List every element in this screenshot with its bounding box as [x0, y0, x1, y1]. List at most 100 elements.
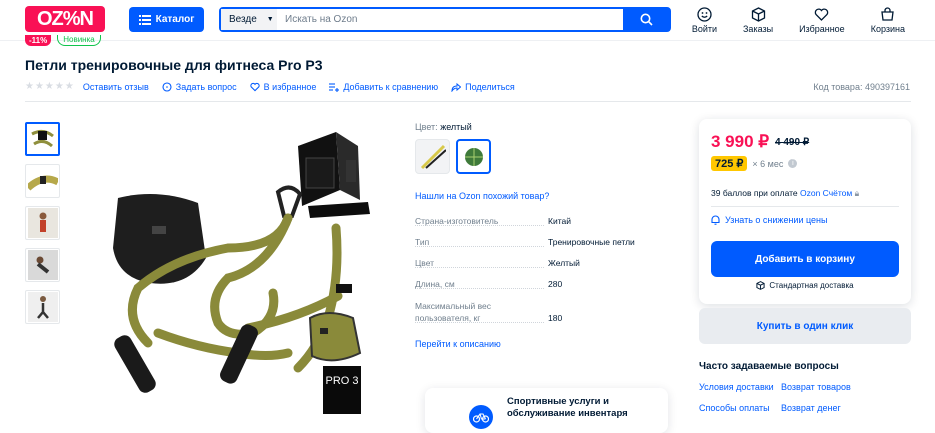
delivery-label: Стандартная доставка: [769, 281, 854, 290]
thumbnail-1[interactable]: [25, 122, 60, 156]
spec-row: Страна-изготовитель Китай: [415, 215, 655, 236]
spec-value: 280: [548, 279, 563, 289]
ask-question-link[interactable]: Задать вопрос: [162, 82, 237, 92]
specs-list: Страна-изготовитель Китай Тип Тренировоч…: [415, 215, 655, 324]
spec-row: Цвет Желтый: [415, 257, 655, 278]
go-to-description-link[interactable]: Перейти к описанию: [415, 339, 501, 349]
product-sku[interactable]: Код товара: 490397161: [813, 82, 910, 92]
list-plus-icon: [329, 82, 340, 92]
spec-value: Китай: [548, 216, 571, 226]
card-divider: [711, 206, 899, 207]
price-drop-notify-label: Узнать о снижении цены: [725, 215, 828, 225]
package-icon: [756, 281, 765, 290]
old-price: 4 490 ₽: [775, 137, 810, 148]
leave-review-link[interactable]: Оставить отзыв: [83, 82, 149, 92]
ankle-cuff: [308, 312, 362, 362]
leave-review-label: Оставить отзыв: [82, 81, 149, 92]
new-badge: Новинка: [57, 35, 101, 46]
search-icon: [640, 13, 653, 26]
color-label-value: желтый: [440, 122, 472, 132]
add-to-cart-button[interactable]: Добавить в корзину: [711, 241, 899, 277]
spec-value: Тренировочные петли: [548, 237, 635, 247]
similar-product-link[interactable]: Нашли на Ozon похожий товар?: [415, 191, 549, 201]
faq-title: Часто задаваемые вопросы: [699, 361, 839, 372]
ozon-logo[interactable]: OZ%N: [25, 6, 105, 32]
yellow-black-swatch-image: [420, 144, 446, 169]
buy-one-click-button[interactable]: Купить в один клик: [699, 308, 911, 344]
compare-link[interactable]: Добавить к сравнению: [329, 82, 438, 92]
buy-card: 3 990 ₽ 4 490 ₽ 725 ₽ × 6 мес i 39 балло…: [699, 119, 911, 304]
person-squat-image: [27, 292, 58, 322]
thumbnail-list: [25, 122, 60, 324]
pro3-badge: [323, 366, 361, 414]
share-link[interactable]: Поделиться: [451, 82, 515, 92]
search-bar: Везде ▼: [219, 7, 671, 32]
product-title: Петли тренировочные для фитнеса Pro P3: [25, 57, 323, 73]
favorites-label: Избранное: [799, 24, 845, 34]
ozon-account-link[interactable]: Ozon Счётом: [800, 188, 852, 198]
share-icon: [451, 82, 462, 92]
green-swatch-image: [464, 147, 483, 166]
spec-row: Тип Тренировочные петли: [415, 236, 655, 257]
user-icon: [697, 7, 712, 22]
orders-link[interactable]: Заказы: [743, 7, 773, 34]
swatch-yellow-black[interactable]: [415, 139, 450, 174]
ask-question-label: Задать вопрос: [175, 81, 237, 92]
person-pushup-image: [27, 250, 58, 280]
orders-label: Заказы: [743, 24, 774, 34]
strap-closeup-image: [27, 175, 58, 191]
price-drop-notify-link[interactable]: Узнать о снижении цены: [711, 215, 827, 225]
color-swatches: [415, 139, 491, 174]
thumbnail-5[interactable]: [25, 290, 60, 324]
installment-badge: 725 ₽: [711, 156, 748, 171]
spec-key: Тип: [415, 236, 548, 247]
cart-label: Корзина: [870, 24, 905, 34]
installment-term: × 6 мес: [752, 158, 784, 169]
services-promo-card[interactable]: Спортивные услуги и обслуживание инвента…: [425, 388, 668, 433]
search-input[interactable]: [277, 9, 623, 30]
color-label: Цвет: желтый: [415, 122, 472, 132]
main-product-image[interactable]: PRO 3: [78, 118, 391, 424]
faq-returns-link[interactable]: Возврат товаров: [781, 382, 881, 392]
chat-icon: [162, 81, 172, 92]
compare-label: Добавить к сравнению: [343, 81, 439, 92]
spec-key: Длина, см: [415, 278, 548, 289]
spec-value: 180: [548, 313, 563, 323]
favorites-link[interactable]: Избранное: [799, 7, 845, 34]
thumbnail-2[interactable]: [25, 164, 60, 198]
person-training-image: [27, 208, 58, 238]
spec-key: Цвет: [415, 257, 548, 268]
points-info: 39 баллов при оплате Ozon Счётом 🔒︎: [711, 188, 859, 199]
add-favorite-link[interactable]: В избранное: [250, 82, 316, 92]
search-button[interactable]: [623, 9, 669, 30]
bag-label: [152, 226, 166, 234]
caret-down-icon: ▼: [266, 16, 274, 23]
catalog-button[interactable]: Каталог: [129, 7, 204, 32]
cart-icon: [881, 7, 895, 21]
header: OZ%N Каталог Везде ▼ Войти Заказы Избран…: [0, 0, 935, 40]
header-divider: [0, 40, 935, 41]
spec-key: Максимальный вес пользователя, кг: [415, 300, 548, 323]
menu-icon: [138, 14, 151, 25]
login-link[interactable]: Войти: [692, 7, 717, 34]
installment-row[interactable]: 725 ₽ × 6 мес i: [711, 156, 798, 171]
faq-refund-link[interactable]: Возврат денег: [781, 403, 881, 413]
color-label-key: Цвет:: [415, 122, 438, 132]
strap-extension: [153, 328, 293, 360]
faq-payment-link[interactable]: Способы оплаты: [699, 403, 781, 413]
share-label: Поделиться: [465, 81, 515, 92]
cart-link[interactable]: Корзина: [871, 7, 905, 34]
search-scope-label: Везде: [229, 14, 257, 25]
box-icon: [751, 7, 765, 22]
faq-delivery-link[interactable]: Условия доставки: [699, 382, 781, 392]
info-icon[interactable]: i: [788, 159, 798, 168]
bell-icon: [711, 215, 720, 225]
swatch-green[interactable]: [456, 139, 491, 174]
search-scope-select[interactable]: Везде ▼: [221, 9, 277, 30]
login-label: Войти: [691, 24, 717, 34]
thumbnail-3[interactable]: [25, 206, 60, 240]
delivery-info: Стандартная доставка: [699, 281, 911, 290]
rating-stars[interactable]: ★★★★★: [25, 81, 75, 92]
thumbnail-4[interactable]: [25, 248, 60, 282]
heart-icon: [815, 8, 829, 21]
